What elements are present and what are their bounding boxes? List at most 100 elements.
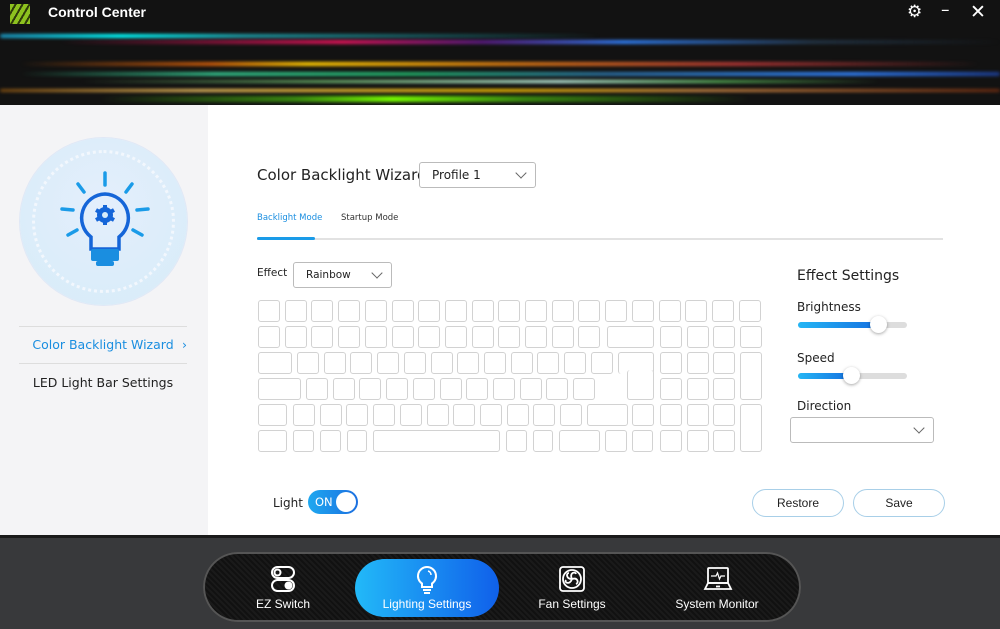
keyboard-key[interactable] xyxy=(346,404,369,426)
keyboard-key[interactable] xyxy=(564,352,586,374)
dock-item-ez-switch[interactable]: EZ Switch xyxy=(211,559,355,617)
keyboard-key[interactable] xyxy=(533,404,556,426)
keyboard-key[interactable] xyxy=(685,300,708,322)
keyboard-key[interactable] xyxy=(471,300,494,322)
keyboard-key[interactable] xyxy=(713,352,735,374)
keyboard-key[interactable] xyxy=(386,378,409,400)
keyboard-key[interactable] xyxy=(258,404,287,426)
keyboard-key[interactable] xyxy=(338,326,361,348)
keyboard-key[interactable] xyxy=(498,300,521,322)
keyboard-key[interactable] xyxy=(364,326,387,348)
keyboard-key[interactable] xyxy=(660,326,682,348)
keyboard-key[interactable] xyxy=(687,326,709,348)
minimize-icon[interactable]: – xyxy=(941,0,950,20)
keyboard-key[interactable] xyxy=(573,378,595,400)
keyboard-key[interactable] xyxy=(713,430,735,452)
keyboard-key[interactable] xyxy=(258,430,287,452)
keyboard-key[interactable] xyxy=(605,300,628,322)
keyboard-key[interactable] xyxy=(506,404,529,426)
keyboard-key[interactable] xyxy=(399,404,422,426)
keyboard-key[interactable] xyxy=(258,326,280,348)
keyboard-key[interactable] xyxy=(444,326,467,348)
keyboard-key[interactable] xyxy=(559,430,600,452)
keyboard-key[interactable] xyxy=(444,300,467,322)
keyboard-key[interactable] xyxy=(483,352,506,374)
keyboard-key[interactable] xyxy=(711,300,734,322)
keyboard-key[interactable] xyxy=(471,326,494,348)
sidebar-item-led-light-bar-settings[interactable]: LED Light Bar Settings xyxy=(19,365,187,401)
keyboard-key[interactable] xyxy=(359,378,382,400)
keyboard-key[interactable] xyxy=(323,352,346,374)
keyboard-key[interactable] xyxy=(391,326,414,348)
keyboard-key[interactable] xyxy=(284,300,307,322)
keyboard-key[interactable] xyxy=(687,430,709,452)
keyboard-key[interactable] xyxy=(525,326,547,348)
keyboard-key[interactable] xyxy=(418,300,441,322)
keyboard-key[interactable] xyxy=(347,430,367,452)
slider-thumb[interactable] xyxy=(843,367,861,384)
dock-item-fan-settings[interactable]: Fan Settings xyxy=(500,559,644,617)
keyboard-key[interactable] xyxy=(426,404,449,426)
keyboard-key[interactable] xyxy=(479,404,502,426)
keyboard-key[interactable] xyxy=(590,352,613,374)
keyboard-key[interactable] xyxy=(533,430,553,452)
keyboard-key[interactable] xyxy=(632,430,653,452)
keyboard-key[interactable] xyxy=(713,326,735,348)
dock-item-system-monitor[interactable]: System Monitor xyxy=(645,559,789,617)
keyboard-key[interactable] xyxy=(453,404,476,426)
keyboard-key[interactable] xyxy=(738,300,761,322)
keyboard-key[interactable] xyxy=(551,326,574,348)
speed-slider[interactable] xyxy=(798,367,907,384)
keyboard-key[interactable] xyxy=(306,378,328,400)
brightness-slider[interactable] xyxy=(798,316,907,333)
keyboard-key[interactable] xyxy=(293,404,315,426)
close-icon[interactable]: ✕ xyxy=(970,1,986,23)
keyboard-key[interactable] xyxy=(364,300,387,322)
keyboard-key[interactable] xyxy=(332,378,355,400)
keyboard-key[interactable] xyxy=(492,378,515,400)
keyboard-key[interactable] xyxy=(525,300,547,322)
dock-item-lighting-settings[interactable]: Lighting Settings xyxy=(355,559,499,617)
keyboard-key[interactable] xyxy=(740,352,762,400)
keyboard-key[interactable] xyxy=(687,378,709,400)
keyboard-key[interactable] xyxy=(578,300,601,322)
light-toggle[interactable]: ON xyxy=(308,490,358,514)
keyboard-key[interactable] xyxy=(660,430,682,452)
keyboard-key[interactable] xyxy=(551,300,574,322)
keyboard-key[interactable] xyxy=(457,352,480,374)
keyboard-key[interactable] xyxy=(391,300,414,322)
slider-thumb[interactable] xyxy=(869,316,887,333)
keyboard-key[interactable] xyxy=(687,352,709,374)
keyboard-key[interactable] xyxy=(320,430,341,452)
keyboard-key[interactable] xyxy=(297,352,319,374)
keyboard-key[interactable] xyxy=(587,404,628,426)
effect-dropdown[interactable]: Rainbow xyxy=(293,262,392,288)
keyboard-key[interactable] xyxy=(632,404,654,426)
profile-dropdown[interactable]: Profile 1 xyxy=(419,162,536,188)
keyboard-key[interactable] xyxy=(418,326,441,348)
keyboard-key[interactable] xyxy=(660,378,682,400)
tab-startup-mode[interactable]: Startup Mode xyxy=(341,213,398,223)
keyboard-key[interactable] xyxy=(377,352,400,374)
keyboard-key[interactable] xyxy=(560,404,582,426)
keyboard-key[interactable] xyxy=(498,326,521,348)
keyboard-key[interactable] xyxy=(607,326,654,348)
keyboard-key[interactable] xyxy=(284,326,307,348)
keyboard-key[interactable] xyxy=(713,404,735,426)
keyboard-key[interactable] xyxy=(403,352,426,374)
keyboard-key[interactable] xyxy=(740,404,762,452)
keyboard-key[interactable] xyxy=(373,430,500,452)
tab-backlight-mode[interactable]: Backlight Mode xyxy=(257,213,322,223)
keyboard-key[interactable] xyxy=(519,378,542,400)
keyboard-key[interactable] xyxy=(338,300,361,322)
keyboard-key[interactable] xyxy=(627,370,654,400)
keyboard-key[interactable] xyxy=(660,352,682,374)
keyboard-key[interactable] xyxy=(439,378,462,400)
keyboard-key[interactable] xyxy=(311,300,334,322)
gear-icon[interactable]: ⚙ xyxy=(907,2,922,22)
direction-dropdown[interactable] xyxy=(790,417,934,443)
keyboard-key[interactable] xyxy=(412,378,435,400)
keyboard-key[interactable] xyxy=(578,326,601,348)
keyboard-key[interactable] xyxy=(258,300,280,322)
keyboard-key[interactable] xyxy=(713,378,735,400)
